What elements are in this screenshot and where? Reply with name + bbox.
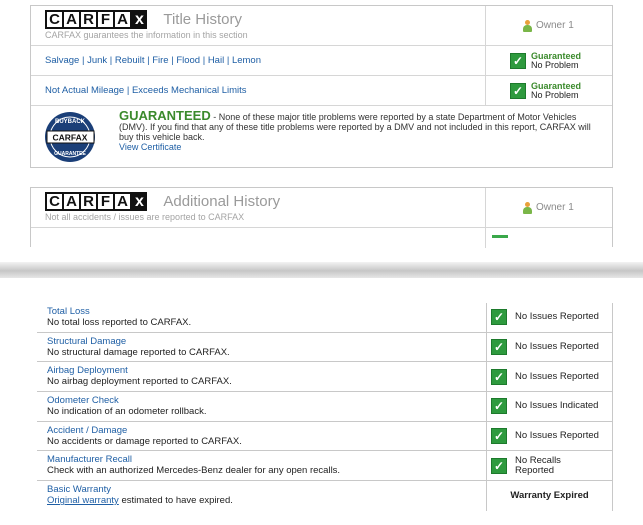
item-description: No airbag deployment reported to CARFAX. bbox=[47, 376, 232, 388]
title-row-label[interactable]: Not Actual Mileage | Exceeds Mechanical … bbox=[31, 76, 485, 105]
item-description: No accidents or damage reported to CARFA… bbox=[47, 435, 242, 447]
title-row: Not Actual Mileage | Exceeds Mechanical … bbox=[31, 76, 612, 106]
item-status: No Issues Reported bbox=[515, 370, 599, 382]
svg-text:GUARANTEE: GUARANTEE bbox=[54, 151, 86, 157]
list-item: Accident / Damage No accidents or damage… bbox=[37, 421, 612, 452]
checkmark-icon: ✓ bbox=[510, 52, 526, 69]
list-item: Airbag Deployment No airbag deployment r… bbox=[37, 362, 612, 393]
title-row-label[interactable]: Salvage | Junk | Rebuilt | Fire | Flood … bbox=[31, 46, 485, 75]
checkmark-icon: ✓ bbox=[491, 368, 507, 385]
item-status: No Issues Reported bbox=[515, 311, 599, 323]
original-warranty-link[interactable]: Original warranty bbox=[47, 495, 119, 506]
buyback-guarantee: BUYBACK CARFAX GUARANTEE GUARANTEED - No… bbox=[31, 106, 612, 166]
item-title[interactable]: Airbag Deployment bbox=[47, 365, 486, 376]
checkmark-icon: ✓ bbox=[491, 428, 507, 445]
owner-icon bbox=[522, 19, 533, 32]
section-title: Title History bbox=[163, 11, 242, 28]
list-item: Odometer Check No indication of an odome… bbox=[37, 392, 612, 422]
additional-history-header: C A R F A x Additional History Not all a… bbox=[31, 188, 612, 228]
svg-text:CARFAX: CARFAX bbox=[53, 133, 88, 143]
item-status: No Issues Reported bbox=[515, 341, 599, 353]
section-subtitle: Not all accidents / issues are reported … bbox=[45, 212, 245, 222]
item-description: estimated to have expired. bbox=[118, 495, 233, 507]
item-description: No indication of an odometer rollback. bbox=[47, 406, 207, 418]
item-status: Reported bbox=[515, 464, 555, 476]
warranty-status: Warranty Expired bbox=[510, 489, 589, 501]
additional-history-list: Total Loss No total loss reported to CAR… bbox=[37, 303, 613, 511]
item-title[interactable]: Structural Damage bbox=[47, 336, 486, 347]
item-title[interactable]: Basic Warranty bbox=[47, 484, 486, 495]
list-item: Total Loss No total loss reported to CAR… bbox=[37, 303, 612, 333]
checkmark-icon: ✓ bbox=[491, 398, 507, 415]
item-description: No total loss reported to CARFAX. bbox=[47, 317, 192, 328]
view-certificate-link[interactable]: View Certificate bbox=[119, 142, 599, 152]
title-history-panel: C A R F A x Title History CARFAX guarant… bbox=[30, 5, 613, 168]
buyback-guarantee-seal-icon: BUYBACK CARFAX GUARANTEE bbox=[45, 112, 95, 162]
checkmark-icon: ✓ bbox=[491, 339, 507, 356]
item-title[interactable]: Odometer Check bbox=[47, 395, 486, 406]
checkmark-icon bbox=[492, 235, 508, 238]
carfax-logo: C A R F A x bbox=[45, 192, 147, 211]
list-item: Manufacturer Recall Check with an author… bbox=[37, 451, 612, 482]
owner-icon bbox=[522, 201, 533, 214]
svg-text:BUYBACK: BUYBACK bbox=[55, 119, 86, 125]
page-break-divider bbox=[0, 262, 643, 278]
item-description: No structural damage reported to CARFAX. bbox=[47, 346, 230, 358]
owner-column-header: Owner 1 bbox=[485, 6, 612, 45]
guaranteed-heading: GUARANTEED bbox=[119, 108, 211, 123]
checkmark-icon: ✓ bbox=[491, 309, 507, 326]
additional-history-panel: C A R F A x Additional History Not all a… bbox=[30, 187, 613, 248]
item-status: No Issues Reported bbox=[515, 430, 599, 442]
item-description: Check with an authorized Mercedes-Benz d… bbox=[47, 465, 341, 477]
list-item: Structural Damage No structural damage r… bbox=[37, 332, 612, 363]
status-label: No Problem bbox=[531, 89, 579, 100]
item-status: No Issues Indicated bbox=[515, 400, 599, 412]
item-title[interactable]: Total Loss bbox=[47, 306, 486, 317]
title-row: Salvage | Junk | Rebuilt | Fire | Flood … bbox=[31, 46, 612, 76]
list-item: Basic Warranty Original warranty estimat… bbox=[37, 481, 612, 511]
checkmark-icon: ✓ bbox=[491, 457, 507, 474]
carfax-logo: C A R F A x bbox=[45, 10, 147, 29]
status-label: No Problem bbox=[531, 59, 579, 70]
section-subtitle: CARFAX guarantees the information in thi… bbox=[45, 30, 248, 40]
item-title[interactable]: Accident / Damage bbox=[47, 425, 486, 436]
checkmark-icon: ✓ bbox=[510, 82, 526, 99]
title-history-header: C A R F A x Title History CARFAX guarant… bbox=[31, 6, 612, 46]
item-title[interactable]: Manufacturer Recall bbox=[47, 454, 486, 465]
owner-column-header: Owner 1 bbox=[485, 188, 612, 227]
section-title: Additional History bbox=[163, 193, 281, 210]
